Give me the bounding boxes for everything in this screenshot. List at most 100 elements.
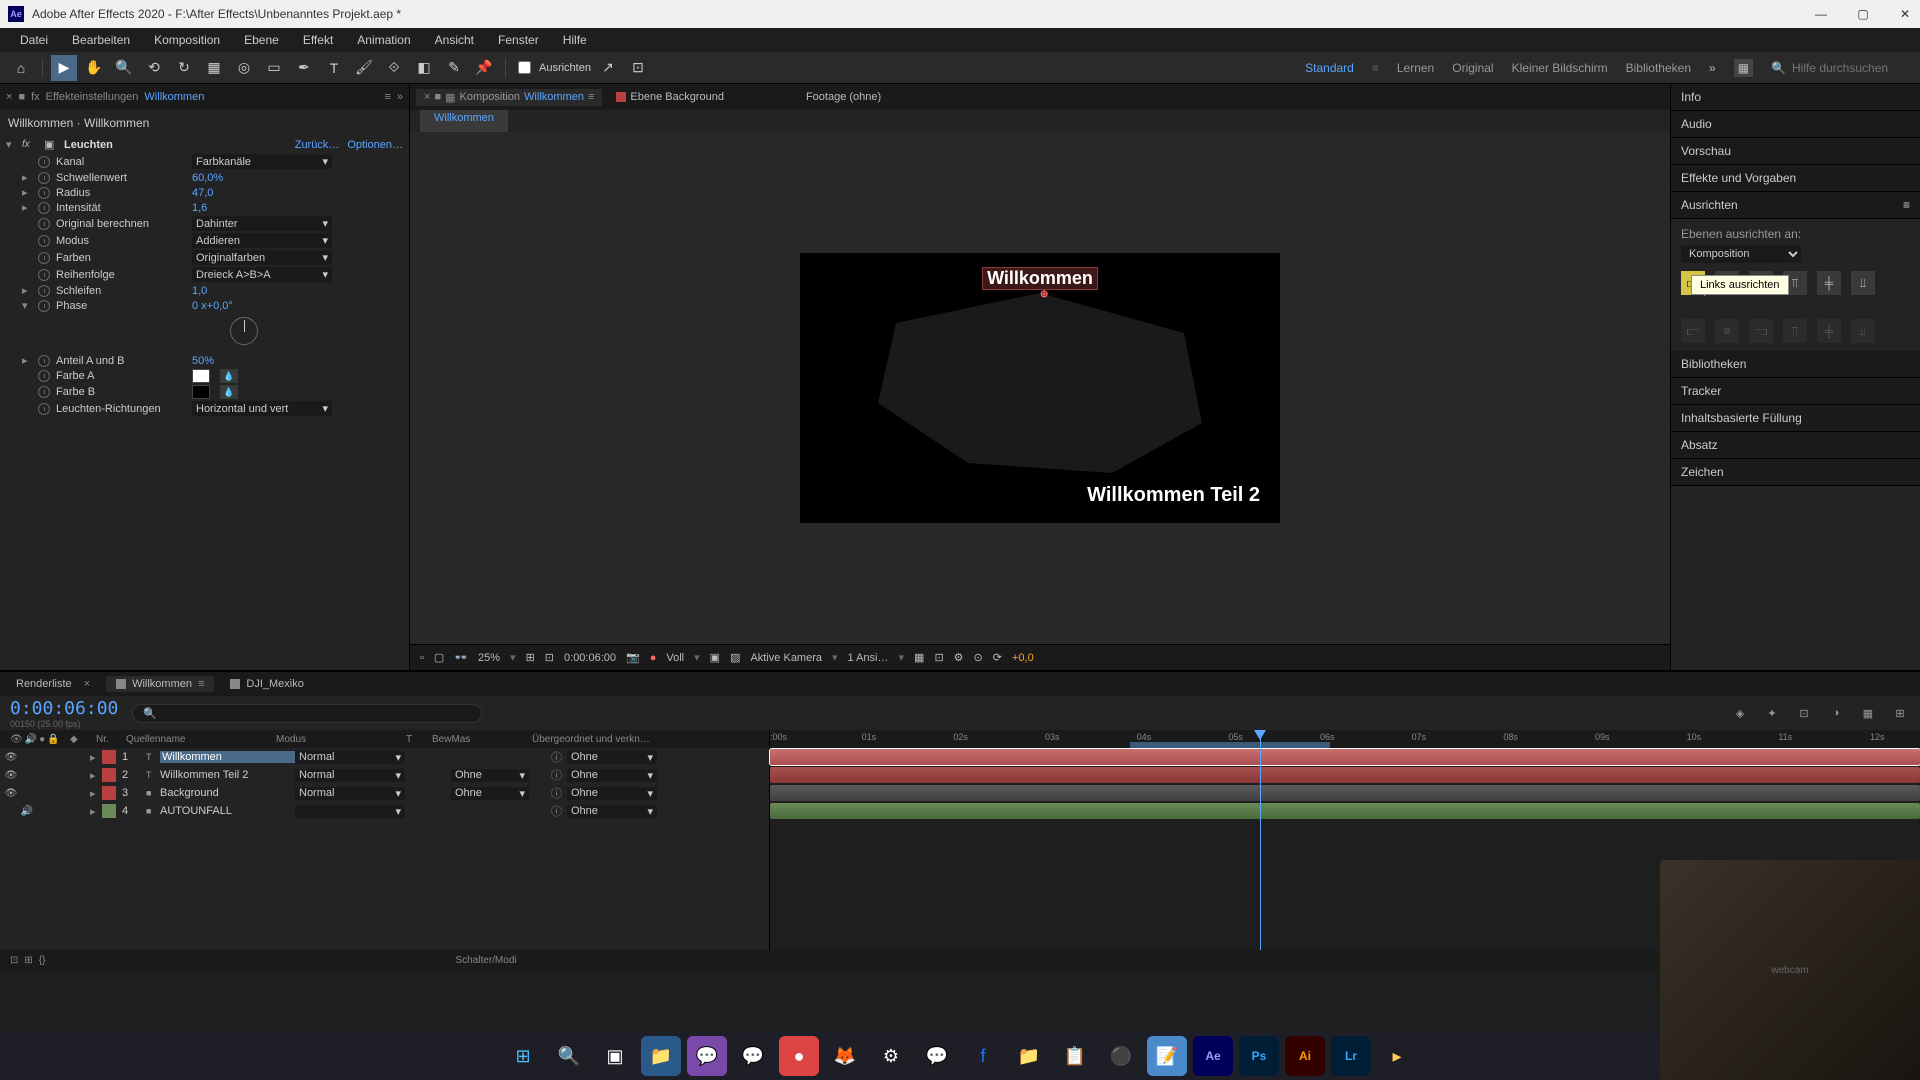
layer-name[interactable]: Willkommen Teil 2 [160,769,295,781]
panel-next-icon[interactable]: » [397,91,403,103]
panel-options-icon[interactable]: ≡ [384,91,390,103]
effect-header[interactable]: ▾ fx ▣ Leuchten Zurück… Optionen… [0,136,409,153]
schleifen-value[interactable]: 1,0 [192,285,207,297]
layer-label-color[interactable] [102,768,116,782]
timeline-search[interactable]: 🔍 [132,704,482,723]
vf-res-icon[interactable]: ⊞ [526,651,535,664]
modus-dropdown[interactable]: Addieren▾ [192,233,332,248]
twirl-icon[interactable]: ▸ [22,186,32,199]
align-v-center-icon[interactable]: ╪ [1817,271,1841,295]
home-tool[interactable]: ⌂ [8,55,34,81]
shape-tool[interactable]: ▭ [261,55,287,81]
farbeA-swatch[interactable] [192,369,210,383]
col-mode[interactable]: Modus [270,734,400,745]
stopwatch-icon[interactable] [38,218,50,230]
zoom-tool[interactable]: 🔍 [111,55,137,81]
flow-breadcrumb[interactable]: Willkommen [420,110,508,132]
richtungen-dropdown[interactable]: Horizontal und vert▾ [192,401,332,416]
col-speaker-icon[interactable]: 🔊 [25,734,37,745]
snap-expand-icon[interactable]: ⊡ [625,55,651,81]
layer-label-color[interactable] [102,804,116,818]
stopwatch-icon[interactable] [38,300,50,312]
parent-dropdown[interactable]: Ohne▾ [567,751,657,764]
col-eye-icon[interactable]: 👁 [10,734,23,745]
exposure-value[interactable]: +0,0 [1012,652,1034,664]
layer-row[interactable]: 👁 ▸ 3 ■ Background Normal▾ Ohne▾ ⓘ Ohne▾ [0,784,769,802]
lock-toggle[interactable] [52,750,66,764]
vf-timecode[interactable]: 0:00:06:00 [564,652,616,664]
stopwatch-icon[interactable] [38,252,50,264]
workspace-grid-icon[interactable]: ▦ [1734,59,1753,77]
col-parent[interactable]: Übergeordnet und verkn… [526,734,666,745]
stopwatch-icon[interactable] [38,202,50,214]
taskbar-photoshop[interactable]: Ps [1239,1036,1279,1076]
original-dropdown[interactable]: Dahinter▾ [192,216,332,231]
tab-comp-active[interactable]: Willkommen≡ [106,676,214,692]
taskbar-folder[interactable]: 📁 [1009,1036,1049,1076]
close-button[interactable]: ✕ [1898,7,1912,21]
tab-render-queue[interactable]: Renderliste× [6,676,100,692]
menu-view[interactable]: Ansicht [423,33,486,47]
stopwatch-icon[interactable] [38,172,50,184]
col-name[interactable]: Quellenname [120,734,270,745]
panel-character[interactable]: Zeichen [1671,459,1920,486]
pen-tool[interactable]: ✒ [291,55,317,81]
puppet-tool[interactable]: 📌 [471,55,497,81]
layer-bar-1[interactable] [770,749,1920,765]
layer-name[interactable]: Willkommen [160,751,295,763]
orbit-tool[interactable]: ⟲ [141,55,167,81]
maximize-button[interactable]: ▢ [1856,7,1870,21]
layer-label-color[interactable] [102,750,116,764]
tl-graph-icon[interactable]: ▦ [1858,703,1878,723]
phase-value[interactable]: 0 x+0,0° [192,300,233,312]
align-to-dropdown[interactable]: Komposition [1681,245,1801,263]
layer-row[interactable]: 🔊 ▸ 4 ■ AUTOUNFALL ▾ ⓘ Ohne▾ [0,802,769,820]
playhead[interactable] [1260,730,1261,950]
stopwatch-icon[interactable] [38,269,50,281]
parent-pickwhip-icon[interactable]: ⓘ [551,803,567,819]
zoom-dropdown[interactable]: 25% [478,652,500,664]
radius-value[interactable]: 47,0 [192,187,213,199]
layer-name[interactable]: Background [160,787,295,799]
layer-twirl-icon[interactable]: ▸ [90,787,102,800]
stopwatch-icon[interactable] [38,403,50,415]
camera-dropdown[interactable]: Aktive Kamera [750,652,822,664]
workspace-overflow-icon[interactable]: » [1709,61,1716,75]
visibility-toggle[interactable]: 👁 [4,786,18,800]
vf-timeline-icon[interactable]: ⊙ [974,651,983,664]
taskbar-obs[interactable]: ⚫ [1101,1036,1141,1076]
menu-window[interactable]: Fenster [486,33,551,47]
layer-bar-4[interactable] [770,803,1920,819]
taskbar-app5[interactable]: 📝 [1147,1036,1187,1076]
tl-fb-icon[interactable]: ⊡ [1794,703,1814,723]
layer-bar-3[interactable] [770,785,1920,801]
panel-align[interactable]: Ausrichten≡ [1671,192,1920,219]
panel-menu-icon[interactable]: ≡ [1903,198,1910,212]
menu-effect[interactable]: Effekt [291,33,345,47]
stopwatch-icon[interactable] [38,386,50,398]
camera-tool[interactable]: ▦ [201,55,227,81]
workspace-small[interactable]: Kleiner Bildschirm [1512,61,1608,75]
layer-row[interactable]: 👁 ▸ 1 T Willkommen Normal▾ ⓘ Ohne▾ [0,748,769,766]
pan-behind-tool[interactable]: ◎ [231,55,257,81]
effect-options[interactable]: Optionen… [347,139,403,151]
switches-modes-toggle[interactable]: Schalter/Modi [455,955,516,966]
lock-toggle[interactable] [52,804,66,818]
solo-toggle[interactable] [36,768,50,782]
comp-tab-footage[interactable]: Footage (ohne) [798,89,889,105]
vf-transparent-icon[interactable]: ▨ [730,651,740,664]
taskbar-lightroom[interactable]: Lr [1331,1036,1371,1076]
col-label-icon[interactable]: ◆ [70,734,90,745]
taskbar-app1[interactable]: 💬 [687,1036,727,1076]
stopwatch-icon[interactable] [38,235,50,247]
vf-mask-icon[interactable]: ▢ [434,651,444,664]
close-tab-icon[interactable]: × [6,91,12,103]
audio-toggle[interactable] [20,750,34,764]
vf-color-icon[interactable]: ● [650,652,657,664]
blend-mode-dropdown[interactable]: Normal▾ [295,787,405,800]
taskbar-firefox[interactable]: 🦊 [825,1036,865,1076]
workspace-learn[interactable]: Lernen [1397,61,1434,75]
col-trkmat[interactable]: BewMas [426,734,526,745]
taskbar-facebook[interactable]: f [963,1036,1003,1076]
vf-3d-icon[interactable]: ▦ [914,651,924,664]
